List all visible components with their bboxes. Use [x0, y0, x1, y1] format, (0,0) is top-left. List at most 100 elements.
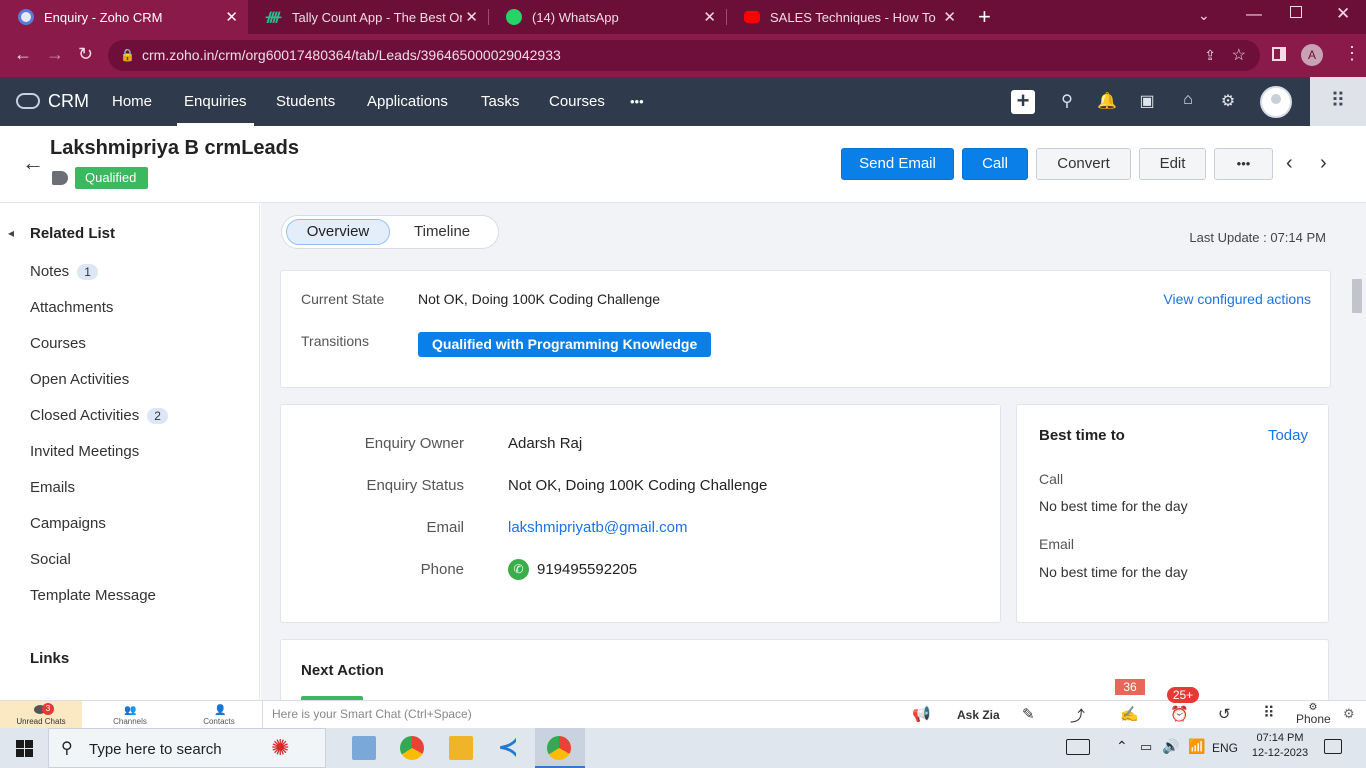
tab-search-icon[interactable]: ⌄ — [1198, 7, 1210, 24]
related-item-social[interactable]: Social — [30, 551, 71, 568]
notification-bell-icon[interactable]: 🔔 — [1097, 91, 1117, 111]
battery-icon[interactable]: ▭ — [1140, 739, 1152, 755]
more-actions-button[interactable]: ••• — [1214, 148, 1273, 180]
links-title: Links — [30, 650, 70, 667]
phone-value[interactable]: 919495592205 — [537, 561, 637, 578]
status-tag-qualified[interactable]: Qualified — [75, 167, 149, 189]
announcement-icon[interactable]: 📢 — [912, 705, 931, 723]
close-tab-icon[interactable]: ✕ — [465, 8, 478, 26]
browser-tab-whatsapp[interactable]: (14) WhatsApp ✕ — [488, 0, 726, 34]
contacts-button[interactable]: 👤 Contacts — [177, 701, 261, 729]
windows-start-icon[interactable] — [16, 740, 33, 757]
settings-gear-icon[interactable]: ⚙ — [1218, 91, 1238, 111]
related-item-template-message[interactable]: Template Message — [30, 587, 156, 604]
taskbar-search-box[interactable]: ⚲ Type here to search ✺ — [48, 728, 326, 768]
new-tab-icon[interactable]: + — [978, 4, 991, 30]
restore-icon[interactable] — [1290, 6, 1302, 18]
nav-students[interactable]: Students — [276, 77, 335, 126]
browser-tab-tally[interactable]: ᚎ Tally Count App - The Best Onlin ✕ — [248, 0, 488, 34]
recent-items-icon[interactable]: ↺ — [1218, 705, 1231, 723]
user-avatar[interactable] — [1260, 86, 1292, 118]
zia-insights-icon[interactable]: ✎ — [1022, 705, 1035, 723]
task-view-icon[interactable] — [352, 736, 376, 760]
nav-applications[interactable]: Applications — [367, 77, 448, 126]
enquiry-owner-value[interactable]: Adarsh Raj — [508, 435, 582, 452]
close-tab-icon[interactable]: ✕ — [225, 8, 238, 26]
related-item-notes[interactable]: Notes 1 — [30, 263, 98, 280]
browser-tab-zoho[interactable]: Enquiry - Zoho CRM ✕ — [0, 0, 248, 34]
phone-button[interactable]: ⚙ Phone — [1296, 703, 1331, 727]
bookmark-star-icon[interactable]: ☆ — [1232, 40, 1246, 71]
chat-settings-icon[interactable]: ⚙ — [1343, 706, 1355, 722]
calendar-icon[interactable]: ▣ — [1137, 91, 1157, 111]
transition-qualified-button[interactable]: Qualified with Programming Knowledge — [418, 332, 712, 357]
scrollbar-thumb[interactable] — [1352, 279, 1362, 313]
apps-grid-icon[interactable]: ⠿ — [1310, 77, 1366, 126]
close-window-icon[interactable]: ✕ — [1336, 4, 1350, 24]
browser-menu-icon[interactable]: ⋮ — [1343, 43, 1361, 64]
channels-button[interactable]: 👥 Channels — [88, 701, 172, 729]
language-indicator[interactable]: ENG — [1212, 741, 1238, 755]
related-item-campaigns[interactable]: Campaigns — [30, 515, 106, 532]
volume-icon[interactable]: 🔊 — [1162, 738, 1179, 755]
enquiry-status-value[interactable]: Not OK, Doing 100K Coding Challenge — [508, 477, 767, 494]
unread-chats-button[interactable]: 3 Unread Chats — [0, 701, 82, 729]
back-arrow-icon[interactable]: ← — [22, 150, 44, 176]
profile-avatar[interactable]: A — [1301, 44, 1323, 66]
notification-center-icon[interactable] — [1324, 739, 1342, 754]
nav-tasks[interactable]: Tasks — [481, 77, 519, 126]
tab-overview[interactable]: Overview — [286, 219, 390, 245]
close-tab-icon[interactable]: ✕ — [943, 8, 956, 26]
related-item-emails[interactable]: Emails — [30, 479, 75, 496]
nav-enquiries[interactable]: Enquiries — [177, 77, 254, 126]
nav-more-icon[interactable]: ••• — [630, 77, 644, 126]
related-item-courses[interactable]: Courses — [30, 335, 86, 352]
edit-button[interactable]: Edit — [1139, 148, 1206, 180]
keyboard-icon[interactable] — [1066, 739, 1090, 755]
next-record-icon[interactable]: › — [1320, 152, 1327, 175]
tab-timeline[interactable]: Timeline — [414, 223, 470, 240]
feeds-icon[interactable]: ⤴ — [1070, 705, 1085, 726]
best-time-today-dropdown[interactable]: Today — [1268, 427, 1308, 444]
email-value-link[interactable]: lakshmipriyatb@gmail.com — [508, 519, 687, 536]
main-scrollbar[interactable] — [1352, 269, 1362, 699]
alarm-clock-icon[interactable]: ⏰ — [1170, 705, 1189, 723]
view-configured-actions-link[interactable]: View configured actions — [1163, 291, 1311, 307]
close-tab-icon[interactable]: ✕ — [703, 8, 716, 26]
search-icon[interactable]: ⚲ — [1057, 91, 1077, 111]
browser-tab-youtube[interactable]: SALES Techniques - How To Con ✕ — [726, 0, 966, 34]
send-email-button[interactable]: Send Email — [841, 148, 954, 180]
nav-courses[interactable]: Courses — [549, 77, 605, 126]
reload-icon[interactable]: ↻ — [78, 44, 93, 65]
collapse-panel-icon[interactable]: ◂ — [8, 226, 14, 240]
back-icon[interactable]: ← — [14, 44, 32, 65]
forward-icon[interactable]: → — [46, 44, 64, 65]
vscode-icon[interactable]: ≺ — [498, 736, 522, 760]
phone-call-icon[interactable]: ✆ — [508, 559, 529, 580]
related-item-closed-activities[interactable]: Closed Activities 2 — [30, 407, 168, 424]
call-button[interactable]: Call — [962, 148, 1028, 180]
ask-zia-button[interactable]: Ask Zia — [957, 708, 1000, 722]
show-hidden-icons-chevron[interactable]: ⌃ — [1116, 738, 1128, 755]
wifi-icon[interactable]: 📶 — [1188, 738, 1205, 755]
chrome-icon[interactable] — [400, 736, 424, 760]
file-explorer-icon[interactable] — [449, 736, 473, 760]
previous-record-icon[interactable]: ‹ — [1286, 152, 1293, 175]
share-icon[interactable]: ⇪ — [1204, 40, 1216, 71]
dialpad-icon[interactable]: ⠿ — [1263, 703, 1275, 723]
related-item-attachments[interactable]: Attachments — [30, 299, 113, 316]
create-plus-icon[interactable]: + — [1011, 90, 1035, 114]
taskbar-clock[interactable]: 07:14 PM 12-12-2023 — [1250, 732, 1310, 759]
smart-chat-input[interactable]: Here is your Smart Chat (Ctrl+Space) — [262, 701, 894, 728]
sidebar-toggle-icon[interactable] — [1272, 47, 1286, 61]
convert-button[interactable]: Convert — [1036, 148, 1131, 180]
related-item-open-activities[interactable]: Open Activities — [30, 371, 129, 388]
nav-home[interactable]: Home — [112, 77, 152, 126]
tag-icon[interactable] — [52, 171, 68, 185]
active-chrome-taskbar-item[interactable] — [535, 728, 585, 768]
url-field[interactable]: 🔒 crm.zoho.in/crm/org60017480364/tab/Lea… — [108, 40, 1260, 71]
minimize-icon[interactable]: — — [1246, 6, 1262, 24]
signals-icon[interactable]: ✍ — [1120, 705, 1139, 723]
marketplace-icon[interactable]: ⌂ — [1178, 91, 1198, 111]
related-item-invited-meetings[interactable]: Invited Meetings — [30, 443, 139, 460]
